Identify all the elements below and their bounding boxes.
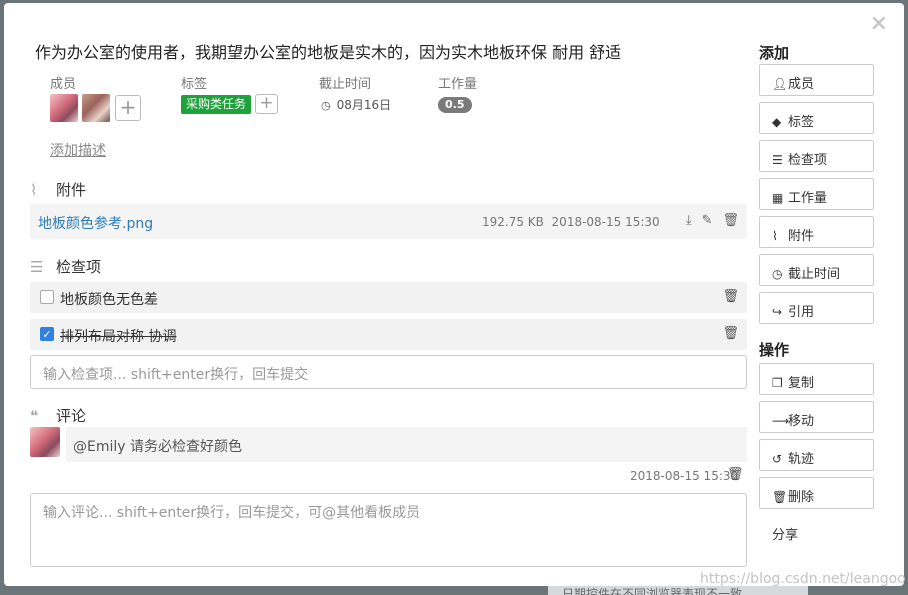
checklist-item: 地板颜色无色差 🗑︎ — [30, 282, 747, 313]
list-icon: ☰ — [772, 153, 783, 167]
comment-author-avatar — [30, 427, 60, 457]
tag-badge[interactable]: 采购类任务 — [181, 95, 252, 114]
side-button-label: 复制 — [788, 376, 815, 391]
paperclip-icon: ⌇ — [30, 181, 38, 199]
share-arrow-icon: ↪ — [772, 305, 783, 319]
side-button-label: 检查项 — [788, 153, 828, 168]
share-link[interactable]: 分享 — [772, 524, 798, 543]
trash-icon[interactable]: 🗑︎ — [722, 326, 739, 341]
add-section-title: 添加 — [759, 44, 790, 62]
side-button-label: 标签 — [788, 115, 815, 130]
watermark: https://blog.csdn.net/leangoo — [700, 571, 906, 587]
side-button-label: 工作量 — [788, 191, 828, 206]
history-icon: ↺ — [772, 452, 783, 466]
side-button-label: 轨迹 — [788, 452, 815, 467]
side-button-label: 删除 — [788, 490, 815, 505]
checklist-item-text[interactable]: 排列布局对称 协调 — [60, 326, 176, 346]
comment-text: @Emily 请务必检查好颜色 — [66, 427, 747, 462]
comment-time: 2018-08-15 15:30 — [630, 469, 739, 483]
add-reference-side-button[interactable]: ↪ 引用 — [759, 292, 874, 324]
attachment-row: 地板颜色参考.png 192.75 KB 2018-08-15 15:30 ⤓ ✎… — [30, 204, 747, 239]
add-checklist-side-button[interactable]: ☰ 检查项 — [759, 140, 874, 172]
checklist-checkbox[interactable]: ✓ — [40, 327, 54, 341]
add-tag-side-button[interactable]: ◆ 标签 — [759, 102, 874, 134]
comments-heading-label: 评论 — [56, 407, 87, 425]
trash-icon[interactable]: 🗑︎ — [727, 467, 744, 482]
checklist-item-text[interactable]: 地板颜色无色差 — [60, 289, 158, 309]
tag-icon: ◆ — [772, 115, 782, 129]
add-workload-side-button[interactable]: ▦ 工作量 — [759, 178, 874, 210]
workload-label: 工作量 — [438, 77, 478, 92]
checklist-heading: ☰ 检查项 — [30, 256, 101, 277]
delete-side-button[interactable]: 🗑︎删除 — [759, 477, 874, 509]
add-member-side-button[interactable]: 👤︎成员 — [759, 64, 874, 96]
workload-badge[interactable]: 0.5 — [438, 97, 472, 113]
add-description-link[interactable]: 添加描述 — [50, 140, 106, 160]
checklist-item: ✓ 排列布局对称 协调 🗑︎ — [30, 319, 747, 350]
grid-icon: ▦ — [772, 191, 784, 205]
user-plus-icon: 👤︎ — [772, 77, 788, 91]
history-side-button[interactable]: ↺ 轨迹 — [759, 439, 874, 471]
copy-icon: ❐ — [772, 376, 783, 390]
trash-icon[interactable]: 🗑︎ — [722, 289, 739, 304]
arrow-right-icon: ⟶ — [772, 414, 790, 428]
comment-input[interactable]: 输入评论... shift+enter换行，回车提交，可@其他看板成员 — [30, 493, 747, 567]
add-due-side-button[interactable]: ◷ 截止时间 — [759, 254, 874, 286]
trash-icon[interactable]: 🗑︎ — [722, 213, 739, 228]
comments-icon: ❝ — [30, 407, 39, 425]
side-button-label: 移动 — [788, 414, 815, 429]
close-icon[interactable]: × — [870, 13, 888, 35]
trash-icon: 🗑︎ — [772, 490, 788, 504]
checklist-heading-label: 检查项 — [56, 258, 102, 276]
members-label: 成员 — [50, 77, 77, 92]
member-avatar[interactable] — [50, 94, 78, 122]
paperclip-icon: ⌇ — [772, 229, 778, 243]
list-icon: ☰ — [30, 258, 44, 276]
ops-section-title: 操作 — [759, 341, 790, 359]
member-avatar[interactable] — [82, 94, 110, 122]
edit-icon[interactable]: ✎ — [702, 213, 713, 228]
checklist-checkbox[interactable] — [40, 290, 54, 304]
side-button-label: 附件 — [788, 229, 815, 244]
move-side-button[interactable]: ⟶移动 — [759, 401, 874, 433]
attachment-actions: ⤓ ✎ 🗑︎ — [676, 213, 739, 228]
attachment-link[interactable]: 地板颜色参考.png — [38, 213, 153, 233]
card-detail-modal: × 作为办公室的使用者，我期望办公室的地板是实木的，因为实木地板环保 耐用 舒适… — [4, 3, 906, 587]
due-date[interactable]: ◷ 08月16日 — [321, 96, 391, 113]
attachment-meta: 192.75 KB 2018-08-15 15:30 — [482, 215, 660, 229]
add-member-button[interactable]: + — [115, 95, 141, 121]
attachments-heading-label: 附件 — [56, 181, 87, 199]
comments-heading: ❝ 评论 — [30, 405, 86, 426]
side-button-label: 引用 — [788, 305, 815, 320]
clock-icon: ◷ — [772, 267, 783, 281]
side-button-label: 截止时间 — [788, 267, 841, 282]
add-tag-button[interactable]: + — [255, 94, 278, 114]
card-title[interactable]: 作为办公室的使用者，我期望办公室的地板是实木的，因为实木地板环保 耐用 舒适 — [35, 39, 621, 63]
due-date-value: 08月16日 — [336, 98, 392, 112]
download-icon[interactable]: ⤓ — [686, 213, 692, 228]
tags-label: 标签 — [181, 77, 208, 92]
clock-icon: ◷ — [321, 99, 331, 112]
attachment-time: 2018-08-15 15:30 — [551, 215, 660, 229]
attachments-heading: ⌇ 附件 — [30, 179, 86, 200]
attachment-size: 192.75 KB — [482, 215, 544, 229]
due-label: 截止时间 — [319, 77, 372, 92]
side-button-label: 成员 — [788, 77, 815, 92]
copy-side-button[interactable]: ❐ 复制 — [759, 363, 874, 395]
add-attachment-side-button[interactable]: ⌇ 附件 — [759, 216, 874, 248]
checklist-input[interactable]: 输入检查项... shift+enter换行，回车提交 — [30, 355, 747, 389]
